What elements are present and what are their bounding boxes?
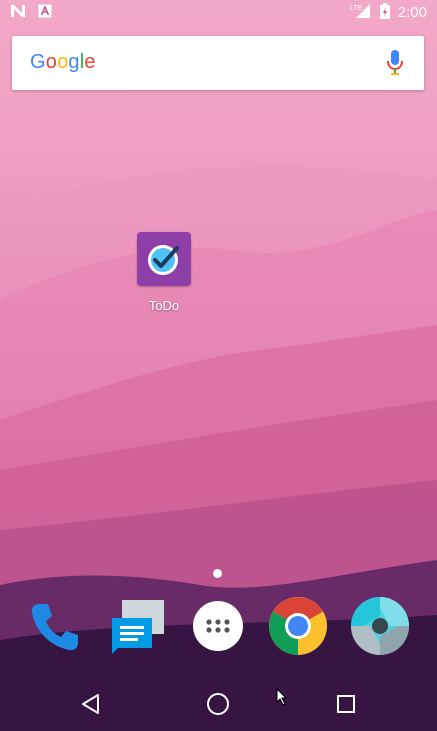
- dock: [0, 596, 437, 661]
- clock: 2:00: [397, 4, 427, 21]
- phone-app[interactable]: [24, 598, 84, 658]
- navigation-bar: [0, 680, 437, 731]
- recents-icon: [336, 694, 356, 719]
- app-drawer-button[interactable]: [188, 598, 248, 658]
- status-bar: LTE 2:00: [0, 0, 437, 24]
- phone-icon: [26, 598, 82, 659]
- app-label: ToDo: [148, 298, 180, 313]
- home-icon: [206, 692, 230, 721]
- mic-icon[interactable]: [386, 50, 404, 81]
- logo-letter: e: [84, 51, 96, 73]
- n-logo-icon: [10, 4, 26, 21]
- logo-letter: g: [68, 51, 80, 73]
- app-todo[interactable]: ToDo: [130, 232, 198, 313]
- messages-icon: [106, 596, 166, 661]
- home-screen: LTE 2:00 Google ToDo: [0, 0, 437, 731]
- chrome-icon: [268, 596, 328, 661]
- google-logo: Google: [30, 51, 96, 74]
- camera-app[interactable]: [350, 596, 410, 661]
- page-indicator-dot: [213, 569, 222, 578]
- a-icon: [38, 4, 52, 21]
- home-button[interactable]: [204, 692, 232, 720]
- messages-app[interactable]: [106, 598, 166, 658]
- logo-letter: G: [30, 51, 46, 73]
- back-icon: [79, 693, 101, 720]
- recents-button[interactable]: [332, 692, 360, 720]
- chrome-app[interactable]: [268, 596, 328, 661]
- app-drawer-icon: [192, 600, 244, 657]
- back-button[interactable]: [76, 692, 104, 720]
- camera-icon: [350, 596, 410, 661]
- signal-icon: LTE: [350, 3, 372, 22]
- mouse-cursor-icon: [276, 687, 288, 711]
- todo-check-icon: [137, 232, 191, 286]
- battery-icon: [379, 3, 390, 22]
- logo-letter: o: [57, 51, 69, 73]
- google-search-bar[interactable]: Google: [12, 36, 424, 90]
- network-label: LTE: [350, 5, 363, 12]
- logo-letter: o: [45, 51, 58, 73]
